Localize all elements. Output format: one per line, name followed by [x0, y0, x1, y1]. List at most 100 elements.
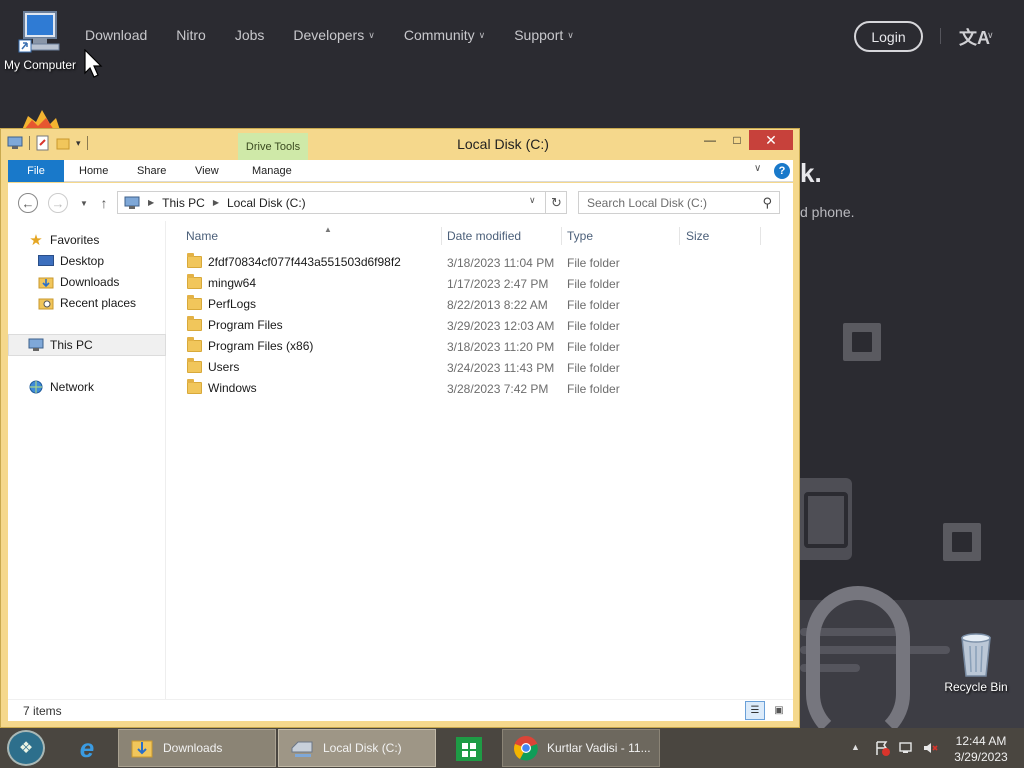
- nav-community[interactable]: Community ∨: [404, 27, 485, 43]
- details-view-button[interactable]: ☰: [745, 701, 765, 720]
- breadcrumb-local-disk[interactable]: Local Disk (C:): [227, 196, 306, 210]
- desktop-icon-my-computer[interactable]: My Computer: [2, 10, 78, 72]
- nav-jobs-label: Jobs: [234, 27, 265, 43]
- taskbar-item-downloads[interactable]: Downloads: [118, 729, 276, 767]
- nav-support[interactable]: Support ∨: [514, 27, 574, 43]
- chevron-down-icon[interactable]: ∨: [529, 195, 536, 206]
- nav-nitro[interactable]: Nitro: [176, 27, 206, 43]
- close-button[interactable]: ✕: [749, 130, 793, 150]
- taskbar-item-store[interactable]: [444, 729, 494, 767]
- minimize-button[interactable]: —: [698, 130, 722, 150]
- folder-peek-icon: [22, 110, 60, 130]
- tab-home[interactable]: Home: [79, 160, 108, 182]
- computer-small-icon: [124, 196, 140, 209]
- chevron-down-icon: ▼: [80, 198, 88, 208]
- nav-item-downloads[interactable]: Downloads: [38, 275, 119, 289]
- breadcrumb-this-pc[interactable]: This PC: [162, 196, 205, 210]
- status-bar: 7 items ☰ ▣: [8, 699, 793, 721]
- maximize-button[interactable]: □: [725, 130, 749, 150]
- tab-share[interactable]: Share: [137, 160, 166, 182]
- taskbar-item-local-disk[interactable]: Local Disk (C:): [278, 729, 436, 767]
- large-icons-view-button[interactable]: ▣: [770, 701, 788, 720]
- chevron-down-icon[interactable]: ∨: [754, 163, 761, 174]
- file-date: 3/28/2023 7:42 PM: [447, 382, 549, 396]
- column-header-size[interactable]: Size: [686, 226, 709, 246]
- table-row[interactable]: Users 3/24/2023 11:43 PM File folder: [168, 357, 793, 378]
- file-type: File folder: [567, 277, 620, 291]
- start-button[interactable]: ❖: [7, 730, 45, 766]
- refresh-button[interactable]: ↻: [545, 191, 567, 214]
- file-type: File folder: [567, 382, 620, 396]
- taskbar-item-label: Local Disk (C:): [323, 741, 402, 755]
- address-toolbar: ← → ▼ ↑ ▶ This PC ▶ Local Disk (C:) ∨ ↻ …: [8, 183, 793, 221]
- up-button[interactable]: ↑: [94, 193, 114, 213]
- taskbar-internet-explorer[interactable]: e: [64, 728, 110, 768]
- arrow-up-icon: ↑: [100, 195, 108, 211]
- mouse-cursor-icon: [84, 49, 103, 78]
- nav-item-label: Favorites: [50, 233, 100, 247]
- file-list: Name ▲ Date modified Type Size 2fdf70834…: [168, 221, 793, 699]
- recent-locations-button[interactable]: ▼: [74, 193, 94, 213]
- file-type: File folder: [567, 319, 620, 333]
- nav-jobs[interactable]: Jobs: [235, 27, 265, 43]
- help-icon[interactable]: ?: [774, 163, 790, 179]
- login-button[interactable]: Login: [854, 21, 923, 52]
- show-hidden-icons-icon[interactable]: ▲: [851, 742, 860, 752]
- taskbar: ❖ e Downloads Local Disk (C:) Kurtlar Va…: [0, 728, 1024, 768]
- nav-item-favorites[interactable]: ★ Favorites: [28, 232, 100, 249]
- nav-download[interactable]: Download: [85, 27, 147, 43]
- file-date: 3/18/2023 11:20 PM: [447, 340, 555, 354]
- search-input[interactable]: Search Local Disk (C:) ⚲: [578, 191, 780, 214]
- column-divider[interactable]: [760, 227, 761, 245]
- arrow-right-icon: →: [51, 195, 65, 211]
- minimize-icon: —: [704, 133, 716, 147]
- table-row[interactable]: 2fdf70834cf077f443a551503d6f98f2 3/18/20…: [168, 252, 793, 273]
- nav-item-recent-places[interactable]: Recent places: [38, 296, 136, 310]
- forward-button[interactable]: →: [48, 193, 68, 213]
- column-header-type[interactable]: Type: [567, 226, 593, 246]
- address-bar[interactable]: ▶ This PC ▶ Local Disk (C:) ∨ ↻: [117, 191, 567, 214]
- nav-item-label: Recent places: [60, 296, 137, 310]
- action-center-flag-icon[interactable]: [874, 740, 890, 756]
- taskbar-item-chrome[interactable]: Kurtlar Vadisi - 11...: [502, 729, 660, 767]
- search-icon: ⚲: [762, 195, 772, 210]
- translate-icon[interactable]: 文A: [959, 24, 990, 50]
- table-row[interactable]: Windows 3/28/2023 7:42 PM File folder: [168, 378, 793, 399]
- breadcrumb-separator-icon: ▶: [148, 198, 155, 207]
- computer-icon: [18, 11, 60, 53]
- column-divider[interactable]: [441, 227, 442, 245]
- desktop-icon-recycle-bin[interactable]: Recycle Bin: [944, 632, 1008, 694]
- nav-item-this-pc[interactable]: This PC: [28, 338, 93, 352]
- file-type: File folder: [567, 256, 620, 270]
- table-row[interactable]: Program Files 3/29/2023 12:03 AM File fo…: [168, 315, 793, 336]
- tab-file[interactable]: File: [8, 160, 64, 182]
- downloads-folder-icon: [129, 735, 155, 761]
- nav-developers[interactable]: Developers ∨: [293, 27, 374, 43]
- file-type: File folder: [567, 340, 620, 354]
- windows-logo-icon: ❖: [18, 740, 34, 757]
- tab-manage[interactable]: Manage: [252, 160, 292, 182]
- column-divider[interactable]: [561, 227, 562, 245]
- file-date: 1/17/2023 2:47 PM: [447, 277, 549, 291]
- table-row[interactable]: Program Files (x86) 3/18/2023 11:20 PM F…: [168, 336, 793, 357]
- system-clock[interactable]: 12:44 AM 3/29/2023: [950, 733, 1012, 765]
- star-icon: ★: [29, 232, 43, 249]
- tab-view[interactable]: View: [195, 160, 219, 182]
- column-divider[interactable]: [679, 227, 680, 245]
- title-bar[interactable]: ▾ Drive Tools Local Disk (C:) — □ ✕: [1, 129, 799, 160]
- table-row[interactable]: mingw64 1/17/2023 2:47 PM File folder: [168, 273, 793, 294]
- table-row[interactable]: PerfLogs 8/22/2013 8:22 AM File folder: [168, 294, 793, 315]
- nav-support-label: Support: [514, 27, 564, 43]
- network-status-icon[interactable]: [898, 740, 914, 756]
- desktop-icon-label: My Computer: [3, 58, 77, 72]
- back-button[interactable]: ←: [18, 193, 38, 213]
- decorative-illustration: [800, 478, 852, 560]
- explorer-window[interactable]: ▾ Drive Tools Local Disk (C:) — □ ✕ File…: [0, 128, 800, 728]
- nav-item-desktop[interactable]: Desktop: [38, 254, 104, 268]
- close-icon: ✕: [765, 131, 777, 148]
- volume-muted-icon[interactable]: [922, 740, 938, 756]
- column-header-date-modified[interactable]: Date modified: [447, 226, 521, 246]
- nav-item-network[interactable]: Network: [28, 380, 94, 394]
- column-header-name[interactable]: Name ▲: [186, 225, 332, 246]
- decorative-loop: [806, 586, 910, 728]
